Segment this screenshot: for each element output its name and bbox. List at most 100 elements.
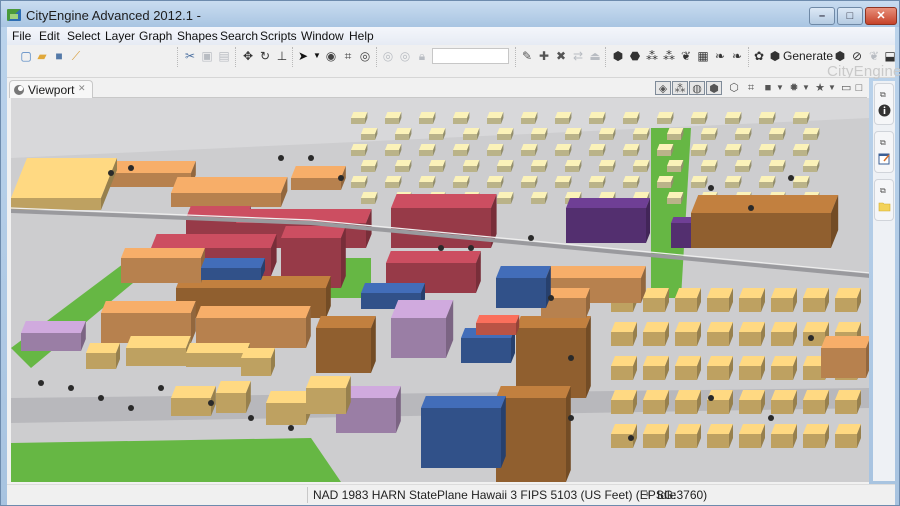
graph-h-icon[interactable]: ❧ — [730, 49, 744, 63]
menu-bar: File Edit Select Layer Graph Shapes Sear… — [7, 27, 895, 45]
bookmark-dropdown-icon[interactable]: ▼ — [827, 81, 837, 95]
house-front — [759, 182, 773, 188]
house-front — [739, 366, 761, 380]
convert-shape-icon[interactable]: ⇄ — [571, 49, 585, 63]
house-roof — [623, 112, 640, 118]
select-arrow-icon[interactable]: ➤ — [296, 49, 310, 63]
minimize-button[interactable]: – — [809, 7, 835, 25]
save-icon[interactable]: ■ — [52, 49, 66, 63]
generate-button[interactable]: Generate — [783, 49, 833, 63]
menu-shapes[interactable]: Shapes — [177, 29, 218, 43]
tree — [438, 245, 444, 251]
menu-graph[interactable]: Graph — [139, 29, 172, 43]
menu-search[interactable]: Search — [220, 29, 258, 43]
house-roof — [725, 176, 742, 182]
menu-help[interactable]: Help — [349, 29, 374, 43]
maximize-panel-icon[interactable]: □ — [854, 81, 864, 95]
house-roof — [487, 112, 504, 118]
cleanup-icon[interactable]: ⊘ — [850, 49, 864, 63]
restore-icon[interactable]: ⧉ — [880, 138, 886, 148]
frame-selection-icon[interactable]: ⌗ — [744, 81, 758, 95]
graph-e-icon[interactable]: ❦ — [679, 49, 693, 63]
building-roof — [281, 226, 346, 238]
open-folder-icon[interactable]: ▰ — [35, 49, 49, 63]
house-roof — [497, 160, 514, 166]
house-front — [739, 298, 761, 312]
house-roof — [835, 322, 861, 332]
restore-icon[interactable]: ⧉ — [880, 186, 886, 196]
house-front — [589, 118, 603, 124]
model-icon[interactable]: ⬢ — [833, 49, 847, 63]
inspector-icon[interactable] — [878, 152, 891, 165]
navigator-icon[interactable] — [878, 200, 891, 213]
house-roof — [531, 192, 548, 198]
house-roof — [725, 144, 742, 150]
lit-view-icon[interactable]: ⬢ — [706, 81, 722, 95]
rule-icon[interactable]: ❦ — [867, 49, 881, 63]
tree — [278, 155, 284, 161]
building-front — [821, 348, 866, 378]
export-icon[interactable]: ⬓ — [883, 49, 897, 63]
generate-icon[interactable]: ⬢ — [768, 49, 782, 63]
wand-icon[interactable]: ⟋ — [69, 49, 83, 63]
house-front — [599, 166, 613, 172]
building-roof — [476, 315, 520, 323]
frame-icon[interactable]: ⌗ — [341, 49, 355, 63]
paste-icon[interactable]: ▤ — [217, 49, 231, 63]
track-icon[interactable]: ◎ — [358, 49, 372, 63]
close-tab-icon[interactable]: ✕ — [78, 83, 86, 94]
new-scene-icon[interactable]: ▢ — [19, 49, 33, 63]
rotate-icon[interactable]: ↻ — [258, 49, 272, 63]
textured-view-icon[interactable]: ◍ — [689, 81, 705, 95]
move-icon[interactable]: ✥ — [241, 49, 255, 63]
toolbar-search-input[interactable] — [432, 48, 509, 64]
house-roof — [395, 160, 412, 166]
restore-icon[interactable]: ⧉ — [880, 90, 886, 100]
generate-settings-icon[interactable]: ✿ — [752, 49, 766, 63]
bookmark-star-icon[interactable]: ★ — [813, 81, 827, 95]
wireframe-view-icon[interactable]: ⁂ — [672, 81, 688, 95]
camera-dropdown-icon[interactable]: ▼ — [775, 81, 785, 95]
camera-icon[interactable]: ■ — [761, 81, 775, 95]
settings-icon[interactable]: ✹ — [787, 81, 801, 95]
camera-tool-icon[interactable]: ◉ — [324, 49, 338, 63]
house-roof — [463, 160, 480, 166]
copy-icon[interactable]: ▣ — [200, 49, 214, 63]
menu-layer[interactable]: Layer — [105, 29, 135, 43]
city-scene[interactable] — [11, 98, 869, 482]
dropdown-arrow-icon[interactable]: ▼ — [310, 49, 324, 63]
lock-icon[interactable]: 🔒︎ — [415, 49, 429, 63]
tab-viewport[interactable]: Viewport ✕ — [9, 80, 93, 98]
shaded-view-icon[interactable]: ◈ — [655, 81, 671, 95]
camera-bookmark-icon[interactable]: ⬡ — [727, 81, 741, 95]
menu-edit[interactable]: Edit — [39, 29, 60, 43]
add-shape-icon[interactable]: ✚ — [537, 49, 551, 63]
house-front — [643, 366, 665, 380]
scale-icon[interactable]: ⊥ — [275, 49, 289, 63]
minimize-panel-icon[interactable]: ▭ — [841, 81, 851, 95]
house-roof — [707, 356, 733, 366]
building-side — [586, 316, 591, 398]
menu-select[interactable]: Select — [67, 29, 100, 43]
close-button[interactable]: ✕ — [865, 7, 897, 25]
edit-shape-icon[interactable]: ✎ — [520, 49, 534, 63]
3d-viewport[interactable] — [11, 98, 869, 482]
extrude-icon[interactable]: ⏏ — [588, 49, 602, 63]
tool-a-icon[interactable]: ◎ — [381, 49, 395, 63]
graph-d-icon[interactable]: ⁂ — [662, 49, 676, 63]
graph-b-icon[interactable]: ⬣ — [628, 49, 642, 63]
graph-f-icon[interactable]: ▦ — [696, 49, 710, 63]
menu-file[interactable]: File — [12, 29, 31, 43]
menu-window[interactable]: Window — [301, 29, 344, 43]
menu-scripts[interactable]: Scripts — [260, 29, 297, 43]
tool-b-icon[interactable]: ◎ — [398, 49, 412, 63]
cut-icon[interactable]: ✂ — [183, 49, 197, 63]
settings-dropdown-icon[interactable]: ▼ — [801, 81, 811, 95]
graph-g-icon[interactable]: ❧ — [713, 49, 727, 63]
house-roof — [771, 322, 797, 332]
delete-shape-icon[interactable]: ✖ — [554, 49, 568, 63]
graph-c-icon[interactable]: ⁂ — [645, 49, 659, 63]
info-icon[interactable] — [878, 104, 891, 117]
graph-a-icon[interactable]: ⬢ — [611, 49, 625, 63]
maximize-button[interactable]: □ — [837, 7, 863, 25]
